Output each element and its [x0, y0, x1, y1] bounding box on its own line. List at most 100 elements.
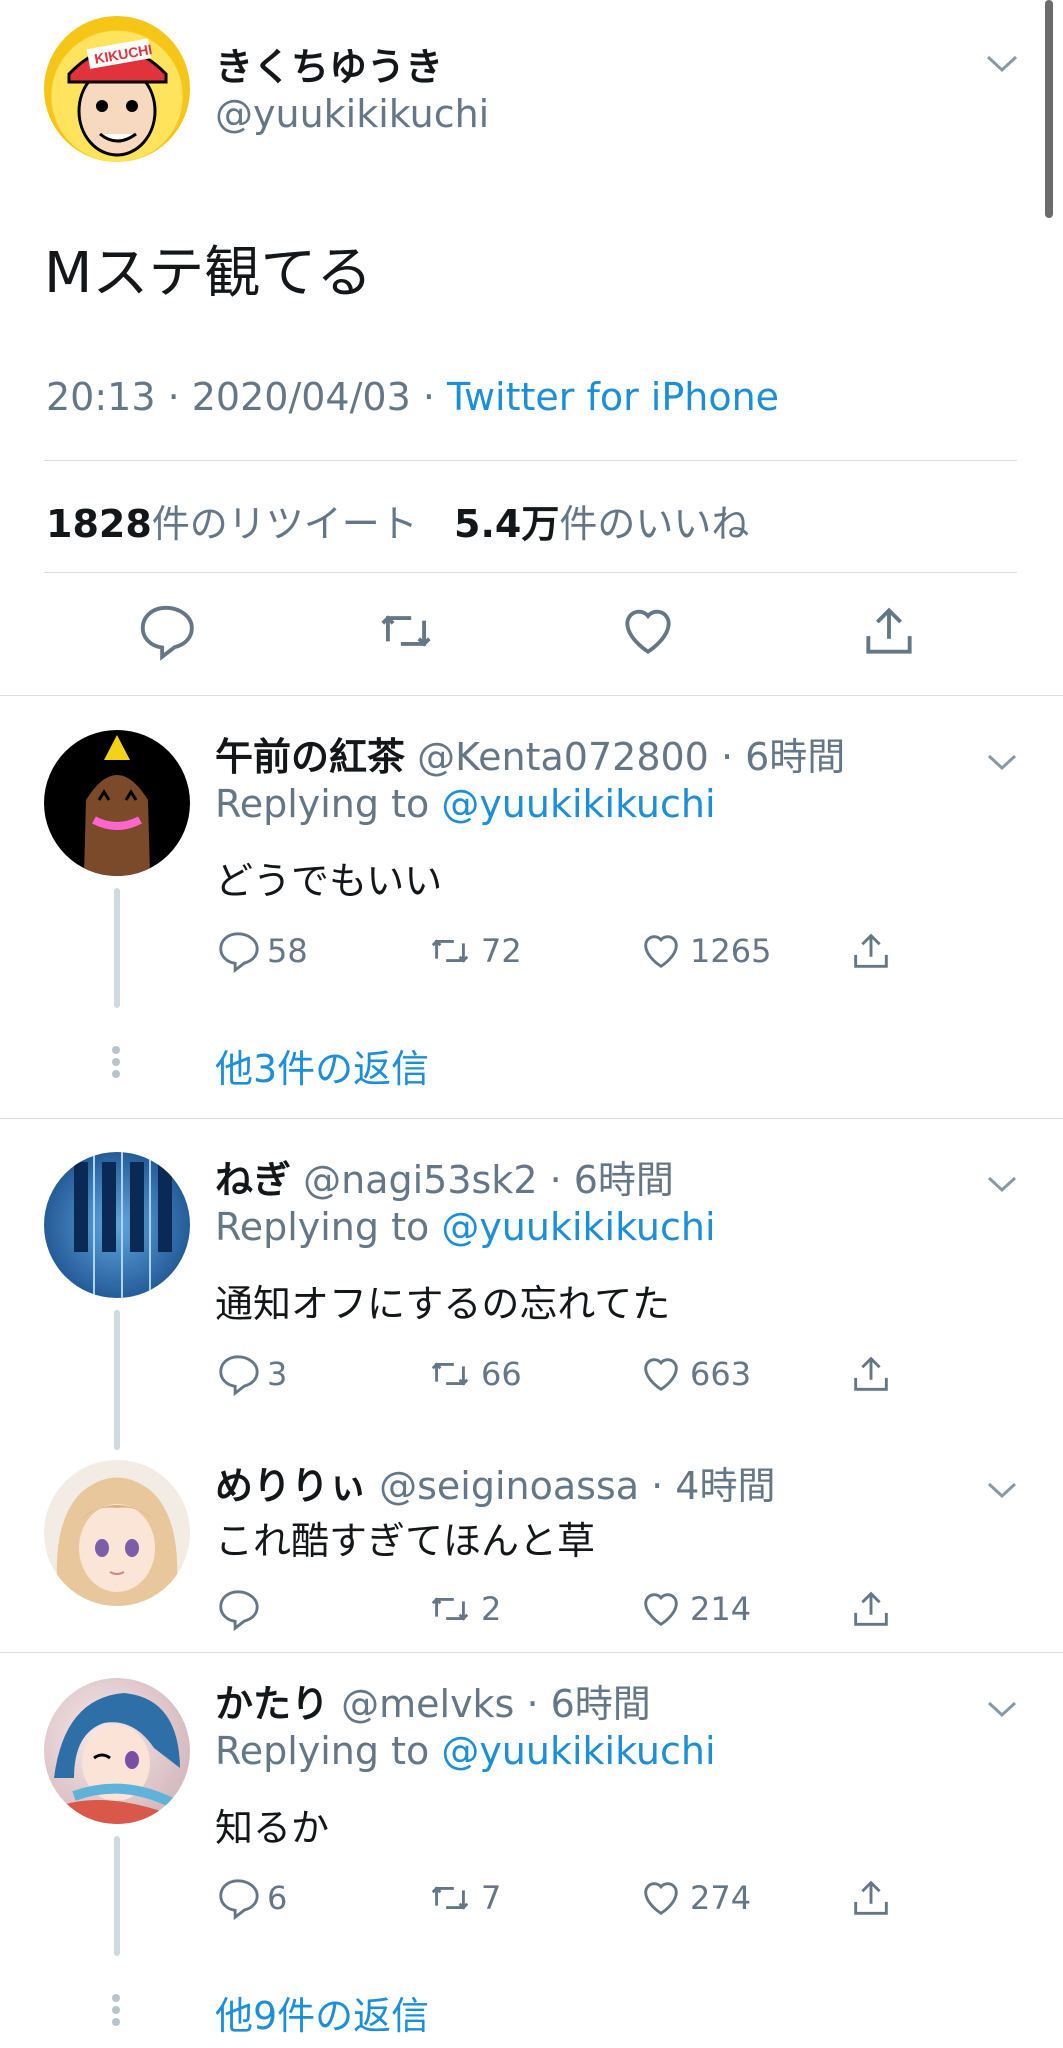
- retweet-button[interactable]: 72: [425, 928, 522, 974]
- chevron-down-icon[interactable]: [985, 44, 1019, 82]
- retweet-icon: [381, 615, 431, 647]
- share-icon: [854, 933, 888, 968]
- show-more-replies-link[interactable]: 他3件の返信: [215, 1038, 429, 1093]
- reply-time: · 6時間: [720, 735, 846, 779]
- share-button[interactable]: [848, 1586, 900, 1632]
- thread-line: [114, 1310, 120, 1450]
- retweet-count: 7: [481, 1879, 502, 1917]
- tweet-source-link[interactable]: Twitter for iPhone: [447, 375, 779, 419]
- reply-button[interactable]: [135, 600, 197, 662]
- divider: [0, 1118, 1063, 1119]
- retweet-button[interactable]: 7: [425, 1875, 501, 1921]
- avatar-illustration: KIKUCHI: [67, 38, 168, 157]
- divider: [44, 572, 1017, 573]
- retweet-count: 2: [481, 1590, 502, 1628]
- reply-author-handle: @nagi53sk2: [303, 1158, 538, 1202]
- reply-count: 6: [267, 1879, 288, 1917]
- share-button[interactable]: [858, 600, 920, 662]
- reply-button[interactable]: 58: [215, 928, 308, 974]
- reply-icon: [219, 1879, 259, 1921]
- reply-author[interactable]: かたり @melvks · 6時間: [215, 1673, 651, 1728]
- reply-button[interactable]: 6: [215, 1875, 287, 1921]
- tweet-stats: 1828件のリツイート 5.4万件のいいね: [46, 493, 749, 548]
- like-count: 5.4万: [454, 502, 560, 546]
- like-count: 663: [690, 1355, 752, 1393]
- divider: [0, 1652, 1063, 1653]
- reply-author-name: 午前の紅茶: [215, 735, 406, 779]
- reply-author-name: ねぎ: [215, 1158, 292, 1202]
- like-button[interactable]: 663: [638, 1351, 751, 1397]
- retweet-count: 1828: [46, 502, 152, 546]
- avatar[interactable]: [44, 730, 190, 876]
- retweet-count: 66: [481, 1355, 522, 1393]
- reply-icon: [219, 1355, 259, 1397]
- avatar[interactable]: [44, 1678, 190, 1824]
- chevron-down-icon[interactable]: [987, 742, 1017, 780]
- avatar[interactable]: [44, 1152, 190, 1298]
- replying-to: Replying to @yuukikikuchi: [215, 1729, 716, 1773]
- reply-author-handle: @Kenta072800: [417, 735, 709, 779]
- retweet-button[interactable]: 2: [425, 1586, 501, 1632]
- replying-to-label: Replying to: [215, 1205, 442, 1249]
- chevron-down-icon[interactable]: [987, 1689, 1017, 1727]
- share-button[interactable]: [848, 1875, 900, 1921]
- avatar-illustration: [54, 1693, 180, 1824]
- main-tweet: KIKUCHI きくちゆうき @yuukikikuchi Mステ観てる 20:1…: [0, 0, 1063, 695]
- retweet-icon: [431, 1597, 469, 1621]
- retweet-icon: [431, 939, 469, 963]
- like-icon: [644, 1882, 678, 1916]
- retweet-button[interactable]: 66: [425, 1351, 522, 1397]
- reply-icon: [140, 605, 194, 661]
- author-handle[interactable]: @yuukikikuchi: [215, 92, 489, 136]
- replying-to-link[interactable]: @yuukikikuchi: [441, 1729, 715, 1773]
- like-count: 274: [690, 1879, 752, 1917]
- like-button[interactable]: [617, 600, 679, 662]
- reply-author[interactable]: めりりぃ @seiginoassa · 4時間: [215, 1455, 775, 1510]
- reply-text: 通知オフにするの忘れてた: [215, 1282, 671, 1326]
- replying-to: Replying to @yuukikikuchi: [215, 1205, 716, 1249]
- replying-to-link[interactable]: @yuukikikuchi: [441, 1205, 715, 1249]
- reply-author-handle: @seiginoassa: [379, 1464, 640, 1508]
- replying-to-link[interactable]: @yuukikikuchi: [441, 782, 715, 826]
- share-button[interactable]: [848, 1351, 900, 1397]
- reply-button[interactable]: [215, 1586, 267, 1632]
- retweet-count-link[interactable]: 1828件のリツイート: [46, 502, 418, 546]
- tweet-text: Mステ観てる: [44, 241, 373, 306]
- avatar[interactable]: [44, 1460, 190, 1606]
- replying-to-label: Replying to: [215, 1729, 442, 1773]
- tweet-meta: 20:13 · 2020/04/03 · Twitter for iPhone: [46, 375, 779, 419]
- retweet-button[interactable]: [375, 600, 437, 662]
- share-button[interactable]: [848, 928, 900, 974]
- divider: [0, 695, 1063, 696]
- like-icon: [644, 935, 678, 969]
- avatar-illustration: [56, 1477, 178, 1606]
- retweet-icon: [431, 1362, 469, 1386]
- reply-time: · 6時間: [549, 1158, 674, 1202]
- reply-count: 3: [267, 1355, 288, 1393]
- reply-author[interactable]: 午前の紅茶 @Kenta072800 · 6時間: [215, 726, 845, 781]
- thread-dots: [112, 1042, 122, 1082]
- reply-author-name: かたり: [215, 1682, 330, 1726]
- chevron-down-icon[interactable]: [987, 1470, 1017, 1508]
- share-icon: [854, 1591, 888, 1626]
- reply-count: 58: [267, 932, 308, 970]
- avatar-illustration: [84, 735, 150, 876]
- thread-dots: [112, 1990, 122, 2030]
- like-count-link[interactable]: 5.4万件のいいね: [454, 502, 749, 546]
- reply-text: どうでもいい: [215, 859, 443, 903]
- show-more-replies-link[interactable]: 他9件の返信: [215, 1985, 429, 2040]
- like-button[interactable]: 214: [638, 1586, 751, 1632]
- replying-to: Replying to @yuukikikuchi: [215, 782, 716, 826]
- retweet-count-label: 件のリツイート: [151, 502, 418, 546]
- like-count: 1265: [690, 932, 772, 970]
- author-name[interactable]: きくちゆうき: [215, 36, 443, 91]
- reply-author[interactable]: ねぎ @nagi53sk2 · 6時間: [215, 1149, 674, 1204]
- reply-icon: [219, 932, 259, 974]
- like-button[interactable]: 274: [638, 1875, 751, 1921]
- like-icon: [625, 609, 671, 654]
- avatar[interactable]: KIKUCHI: [44, 16, 190, 162]
- reply-icon: [219, 1590, 259, 1632]
- reply-button[interactable]: 3: [215, 1351, 287, 1397]
- chevron-down-icon[interactable]: [987, 1164, 1017, 1202]
- like-button[interactable]: 1265: [638, 928, 771, 974]
